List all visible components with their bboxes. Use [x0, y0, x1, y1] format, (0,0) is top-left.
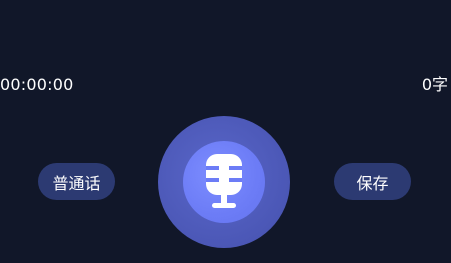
recorder-screen: 00:00:00 0字 普通话 保存 [0, 0, 451, 263]
save-label: 保存 [356, 173, 389, 193]
save-button[interactable]: 保存 [334, 163, 411, 200]
microphone-icon [206, 154, 242, 210]
language-button[interactable]: 普通话 [38, 163, 115, 200]
elapsed-time: 00:00:00 [0, 75, 74, 94]
language-label: 普通话 [52, 173, 101, 193]
record-button-inner [183, 141, 265, 223]
word-count: 0字 [421, 75, 448, 94]
record-button[interactable] [158, 116, 290, 248]
